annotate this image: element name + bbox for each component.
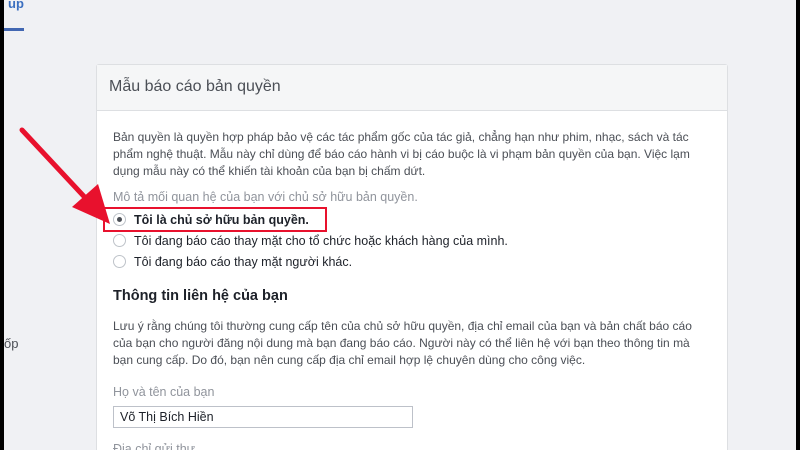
option-label: Tôi đang báo cáo thay mặt cho tổ chức ho… bbox=[134, 233, 508, 248]
screen: up ốp Mẫu báo cáo bản quyền Bản quyền là… bbox=[4, 0, 796, 450]
contact-info-heading: Thông tin liên hệ của bạn bbox=[113, 288, 288, 304]
radio-unchecked-icon[interactable] bbox=[113, 255, 126, 268]
active-tab-indicator bbox=[4, 28, 24, 31]
option-on-behalf-other[interactable]: Tôi đang báo cáo thay mặt người khác. bbox=[113, 251, 707, 272]
mailing-address-label: Địa chỉ gửi thư bbox=[113, 442, 196, 450]
option-copyright-owner[interactable]: Tôi là chủ sở hữu bản quyền. bbox=[103, 207, 707, 232]
radio-checked-icon[interactable] bbox=[113, 213, 126, 226]
option-label: Tôi đang báo cáo thay mặt người khác. bbox=[134, 254, 353, 269]
relationship-options: Tôi là chủ sở hữu bản quyền. Tôi đang bá… bbox=[103, 207, 707, 272]
top-nav-tab-label: up bbox=[8, 0, 24, 11]
relationship-question: Mô tả mối quan hệ của bạn với chủ sở hữu… bbox=[113, 190, 418, 204]
sidebar-item[interactable]: ốp bbox=[4, 336, 18, 351]
form-intro-text: Bản quyền là quyền hợp pháp bảo vệ các t… bbox=[113, 130, 690, 178]
form-header: Mẫu báo cáo bản quyền bbox=[97, 65, 727, 111]
copyright-report-form: Mẫu báo cáo bản quyền Bản quyền là quyền… bbox=[96, 64, 728, 450]
sidebar-item-label: ốp bbox=[4, 336, 19, 351]
radio-unchecked-icon[interactable] bbox=[113, 234, 126, 247]
contact-notice-text: Lưu ý rằng chúng tôi thường cung cấp tên… bbox=[113, 319, 692, 367]
form-body: Bản quyền là quyền hợp pháp bảo vệ các t… bbox=[97, 111, 727, 450]
form-title: Mẫu báo cáo bản quyền bbox=[109, 78, 281, 95]
full-name-input[interactable] bbox=[113, 406, 413, 428]
full-name-label: Họ và tên của bạn bbox=[113, 385, 215, 399]
top-nav-tab[interactable]: up bbox=[4, 0, 26, 31]
option-on-behalf-organization[interactable]: Tôi đang báo cáo thay mặt cho tổ chức ho… bbox=[113, 230, 707, 251]
option-label: Tôi là chủ sở hữu bản quyền. bbox=[134, 212, 309, 227]
